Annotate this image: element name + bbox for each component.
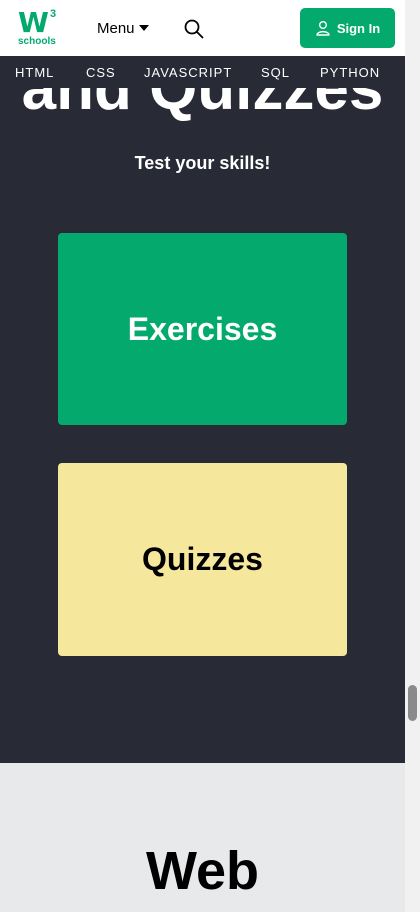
search-icon[interactable] xyxy=(183,18,205,40)
next-section-heading: Web xyxy=(145,841,259,901)
caret-down-icon xyxy=(138,25,149,31)
nav-item-html[interactable]: HTML xyxy=(15,65,54,80)
page: and Quizzes Test your skills! Exercises … xyxy=(0,0,405,912)
scrollbar-thumb[interactable] xyxy=(408,685,417,721)
section-tagline: Test your skills! xyxy=(134,153,271,173)
exercises-label: Exercises xyxy=(127,310,278,347)
logo-subtitle: schools xyxy=(18,36,56,47)
w3schools-logo[interactable]: W 3 schools xyxy=(16,6,66,50)
quizzes-card[interactable]: Quizzes xyxy=(58,463,347,656)
exercises-card[interactable]: Exercises xyxy=(58,233,347,425)
scrollbar[interactable] xyxy=(405,0,420,912)
topic-nav: HTML CSS JAVASCRIPT SQL PYTHON xyxy=(0,56,405,88)
logo-mark: W xyxy=(18,6,49,39)
nav-item-javascript[interactable]: JAVASCRIPT xyxy=(144,65,232,80)
sign-in-button[interactable]: Sign In xyxy=(300,8,395,48)
menu-label: Menu xyxy=(97,19,135,37)
top-bar: W 3 schools Menu Sign In xyxy=(0,0,405,56)
nav-item-python[interactable]: PYTHON xyxy=(320,65,380,80)
nav-item-sql[interactable]: SQL xyxy=(261,65,290,80)
sign-in-label: Sign In xyxy=(336,20,381,36)
quizzes-label: Quizzes xyxy=(142,541,263,577)
user-icon xyxy=(316,21,330,36)
nav-item-css[interactable]: CSS xyxy=(86,65,116,80)
menu-button[interactable]: Menu xyxy=(97,17,149,39)
logo-superscript: 3 xyxy=(50,8,57,20)
